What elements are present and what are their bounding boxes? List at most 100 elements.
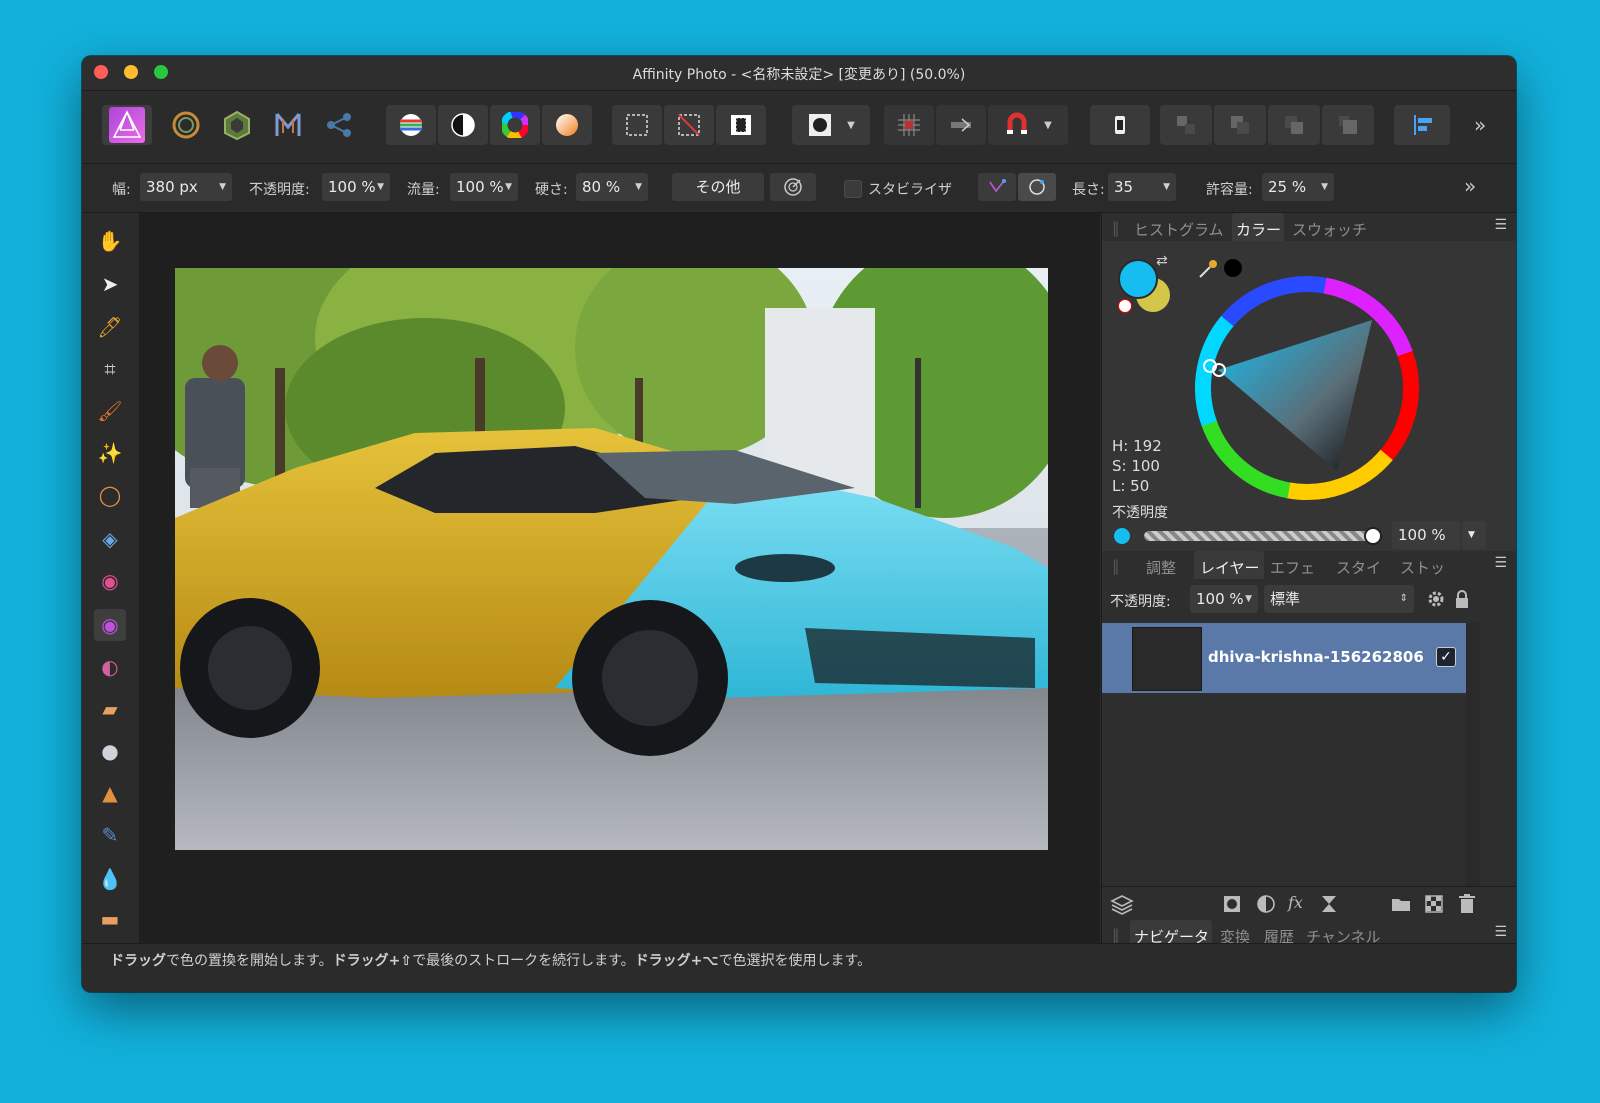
white-balance-button[interactable]: [542, 105, 592, 145]
arrange-forward-one-icon: [1285, 116, 1303, 134]
tab-adjustments[interactable]: 調整: [1146, 557, 1176, 578]
tab-swatches[interactable]: スウォッチ: [1292, 219, 1367, 240]
hand-icon[interactable]: ✋: [94, 225, 126, 257]
layer-opacity-field[interactable]: 100 % ▼: [1190, 585, 1258, 613]
pixel-layer-icon[interactable]: [1424, 894, 1444, 914]
hardness-field[interactable]: 80 % ▼: [576, 173, 648, 201]
width-field[interactable]: 380 px ▼: [140, 173, 232, 201]
clone-stamp-icon[interactable]: ▲: [94, 777, 126, 809]
color-wheel[interactable]: [1194, 275, 1420, 501]
gear-icon[interactable]: [1426, 589, 1446, 609]
quick-mask-dropdown-icon[interactable]: ▼: [847, 120, 855, 131]
layers-scrollbar[interactable]: [1466, 623, 1480, 886]
select-all-button[interactable]: [612, 105, 662, 145]
fx-icon[interactable]: fx: [1288, 893, 1303, 912]
invert-selection-button[interactable]: [716, 105, 766, 145]
panel-grip-icon[interactable]: ‖: [1112, 557, 1120, 575]
move-to-front-button[interactable]: [1322, 105, 1374, 145]
panel-menu-icon[interactable]: ☰: [1494, 217, 1507, 233]
move-back-one-button[interactable]: [1214, 105, 1266, 145]
mask-layer-icon[interactable]: [1222, 894, 1242, 914]
healing-icon[interactable]: ▬: [94, 903, 126, 935]
panel-grip-icon[interactable]: ‖: [1112, 219, 1120, 237]
opacity-dropdown-icon[interactable]: ▼: [1462, 521, 1486, 549]
hardness-label: 硬さ:: [535, 182, 568, 198]
move-to-back-button[interactable]: [1160, 105, 1212, 145]
zoom-icon[interactable]: ●: [94, 735, 126, 767]
opacity-slider[interactable]: [1144, 531, 1374, 541]
opacity-field[interactable]: 100 % ▼: [322, 173, 390, 201]
tab-styles[interactable]: スタイ: [1336, 557, 1381, 578]
rope-mode-button[interactable]: [978, 173, 1016, 201]
hsl-button[interactable]: [490, 105, 540, 145]
flow-field[interactable]: 100 % ▼: [450, 173, 518, 201]
selection-brush-icon[interactable]: ◐: [94, 651, 126, 683]
window-mode-button[interactable]: [1018, 173, 1056, 201]
panel-menu-icon[interactable]: ☰: [1494, 924, 1507, 940]
live-filter-icon[interactable]: [1320, 894, 1338, 914]
brush-dynamics-button[interactable]: [770, 173, 816, 201]
deselect-button[interactable]: [664, 105, 714, 145]
develop-persona-icon: [224, 110, 250, 141]
opacity-slider-handle[interactable]: [1364, 527, 1382, 545]
alignment-button[interactable]: [936, 105, 986, 145]
tolerance-field[interactable]: 25 % ▼: [1262, 173, 1334, 201]
panel-menu-icon[interactable]: ☰: [1494, 555, 1507, 571]
tab-layers[interactable]: レイヤー: [1200, 557, 1260, 578]
primary-color-swatch[interactable]: [1118, 259, 1158, 299]
quick-mask-button[interactable]: ▼: [792, 105, 870, 145]
liquify-persona-icon: [172, 111, 200, 139]
active-color-replace-icon[interactable]: ◉: [94, 609, 126, 641]
no-color-icon[interactable]: [1118, 299, 1132, 313]
lock-icon[interactable]: [1454, 589, 1470, 609]
stepper-icon: ⇕: [1399, 593, 1408, 604]
liquify-persona-button[interactable]: [164, 105, 208, 145]
levels-button[interactable]: [386, 105, 436, 145]
opacity-value-field[interactable]: 100 %: [1392, 521, 1460, 549]
swap-colors-icon[interactable]: ⇄: [1156, 253, 1168, 269]
tab-histogram[interactable]: ヒストグラム: [1134, 219, 1224, 240]
tab-stock[interactable]: ストッ: [1400, 557, 1445, 578]
erase-icon[interactable]: ▰: [94, 693, 126, 725]
move-forward-one-button[interactable]: [1268, 105, 1320, 145]
layer-thumbnail: [1132, 627, 1202, 691]
color-replacement-icon[interactable]: ◉: [94, 565, 126, 597]
develop-persona-button[interactable]: [215, 105, 259, 145]
paint-brush-icon[interactable]: 🖌: [94, 395, 126, 427]
trash-icon[interactable]: [1458, 893, 1476, 915]
assistant-button[interactable]: [1090, 105, 1150, 145]
stabilizer-checkbox[interactable]: [844, 180, 862, 198]
more-button[interactable]: その他: [672, 173, 764, 201]
adjustment-layer-icon[interactable]: [1256, 894, 1276, 914]
blur-icon[interactable]: 💧: [94, 863, 126, 895]
snapping-grid-button[interactable]: [884, 105, 934, 145]
toolbar-overflow-button[interactable]: »: [1474, 113, 1486, 137]
layer-row[interactable]: dhiva-krishna-156262806 ✓: [1102, 623, 1466, 693]
folder-icon[interactable]: [1390, 894, 1412, 914]
panel-grip-icon[interactable]: ‖: [1112, 926, 1120, 944]
lasso-icon[interactable]: ◯: [94, 479, 126, 511]
tone-mapping-persona-button[interactable]: [266, 105, 310, 145]
layer-opacity-label: 不透明度:: [1110, 594, 1171, 610]
crop-icon[interactable]: ⌗: [94, 353, 126, 385]
layers-stack-icon[interactable]: [1110, 893, 1134, 915]
flood-fill-icon[interactable]: ◈: [94, 523, 126, 555]
layer-visibility-checkbox[interactable]: ✓: [1436, 647, 1456, 667]
tab-color[interactable]: カラー: [1236, 219, 1281, 240]
snapping-dropdown-icon[interactable]: ▼: [1044, 120, 1052, 131]
canvas-area[interactable]: [139, 213, 1100, 943]
document-image[interactable]: [175, 268, 1048, 850]
tab-effects[interactable]: エフェ: [1270, 557, 1315, 578]
black-white-button[interactable]: [438, 105, 488, 145]
move-icon[interactable]: ➤: [94, 268, 126, 300]
export-persona-button[interactable]: [317, 105, 361, 145]
blend-mode-select[interactable]: 標準 ⇕: [1264, 585, 1414, 613]
patch-icon[interactable]: ✎: [94, 819, 126, 851]
color-picker-icon[interactable]: 🖊: [94, 311, 126, 343]
photo-persona-button[interactable]: [102, 105, 152, 145]
length-field[interactable]: 35 ▼: [1108, 173, 1176, 201]
snapping-button[interactable]: ▼: [988, 105, 1068, 145]
context-overflow-button[interactable]: »: [1464, 174, 1476, 198]
magic-wand-icon[interactable]: ✨: [94, 437, 126, 469]
align-button[interactable]: [1394, 105, 1450, 145]
